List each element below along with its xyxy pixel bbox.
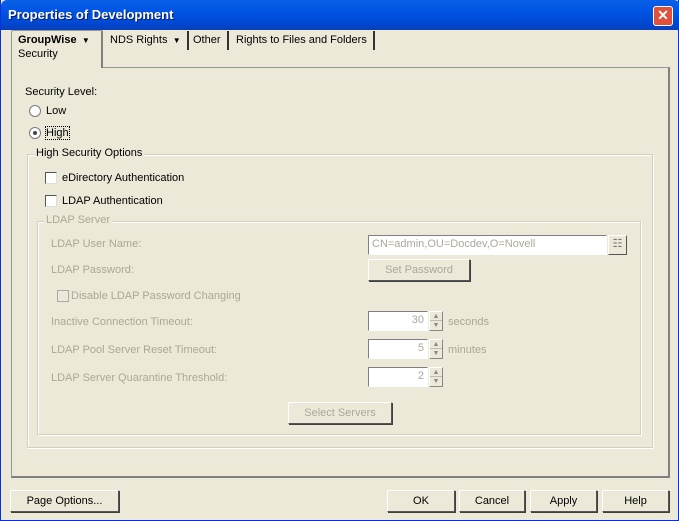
ldap-auth-checkbox[interactable] <box>45 195 57 207</box>
ldap-password-label: LDAP Password: <box>51 264 134 276</box>
pool-reset-input[interactable]: 5 <box>368 339 428 359</box>
tab-label: Other <box>193 34 221 46</box>
tab-other[interactable]: Other <box>187 31 229 50</box>
properties-dialog: Properties of Development ✕ GroupWise ▼ … <box>0 0 679 521</box>
chevron-down-icon[interactable]: ▼ <box>80 36 90 45</box>
tab-label: NDS Rights <box>110 34 168 46</box>
select-servers-button[interactable]: Select Servers <box>288 402 392 424</box>
ok-button[interactable]: OK <box>387 490 455 512</box>
tab-label: GroupWise <box>18 34 77 46</box>
tree-browse-icon: ☷ <box>612 238 623 250</box>
inactive-timeout-label: Inactive Connection Timeout: <box>51 316 193 328</box>
group-label: LDAP Server <box>44 214 112 226</box>
ldap-user-name-label: LDAP User Name: <box>51 238 142 250</box>
window-title: Properties of Development <box>8 7 174 22</box>
radio-low[interactable] <box>29 105 41 117</box>
down-arrow-icon[interactable]: ▼ <box>430 321 442 330</box>
up-arrow-icon[interactable]: ▲ <box>430 368 442 377</box>
tab-sublabel: Security <box>18 48 58 60</box>
edirectory-auth-checkbox[interactable] <box>45 172 57 184</box>
chevron-down-icon[interactable]: ▼ <box>171 36 181 45</box>
inactive-timeout-spinner[interactable]: ▲ ▼ <box>429 311 443 331</box>
browse-button[interactable]: ☷ <box>608 235 627 255</box>
close-button[interactable]: ✕ <box>653 6 673 26</box>
ldap-auth-label[interactable]: LDAP Authentication <box>62 195 163 207</box>
inactive-timeout-unit: seconds <box>448 316 489 328</box>
help-button[interactable]: Help <box>602 490 669 512</box>
security-level-label: Security Level: <box>25 86 98 98</box>
tab-groupwise[interactable]: GroupWise ▼ Security <box>11 30 103 68</box>
ldap-user-name-input[interactable]: CN=admin,OU=Docdev,O=Novell <box>368 235 607 255</box>
pool-reset-spinner[interactable]: ▲ ▼ <box>429 339 443 359</box>
tab-nds-rights[interactable]: NDS Rights ▼ <box>104 31 189 50</box>
quarantine-input[interactable]: 2 <box>368 367 428 387</box>
cancel-button[interactable]: Cancel <box>459 490 525 512</box>
tab-rights-files-folders[interactable]: Rights to Files and Folders <box>230 31 375 50</box>
pool-reset-unit: minutes <box>448 344 487 356</box>
radio-high-label[interactable]: High <box>45 126 70 140</box>
title-bar[interactable]: Properties of Development ✕ <box>1 0 679 30</box>
down-arrow-icon[interactable]: ▼ <box>430 349 442 358</box>
radio-low-label[interactable]: Low <box>46 105 66 117</box>
page-options-button[interactable]: Page Options... <box>10 490 119 512</box>
up-arrow-icon[interactable]: ▲ <box>430 340 442 349</box>
down-arrow-icon[interactable]: ▼ <box>430 377 442 386</box>
close-icon: ✕ <box>657 7 669 23</box>
edirectory-auth-label[interactable]: eDirectory Authentication <box>62 172 184 184</box>
set-password-button[interactable]: Set Password <box>368 259 470 281</box>
disable-pw-change-label[interactable]: Disable LDAP Password Changing <box>71 290 241 302</box>
pool-reset-label: LDAP Pool Server Reset Timeout: <box>51 344 218 356</box>
tab-label: Rights to Files and Folders <box>236 34 367 46</box>
disable-pw-change-checkbox[interactable] <box>57 290 69 302</box>
quarantine-label: LDAP Server Quarantine Threshold: <box>51 372 228 384</box>
radio-high[interactable] <box>29 127 41 139</box>
group-label: High Security Options <box>34 147 145 159</box>
quarantine-spinner[interactable]: ▲ ▼ <box>429 367 443 387</box>
inactive-timeout-input[interactable]: 30 <box>368 311 428 331</box>
apply-button[interactable]: Apply <box>530 490 597 512</box>
up-arrow-icon[interactable]: ▲ <box>430 312 442 321</box>
